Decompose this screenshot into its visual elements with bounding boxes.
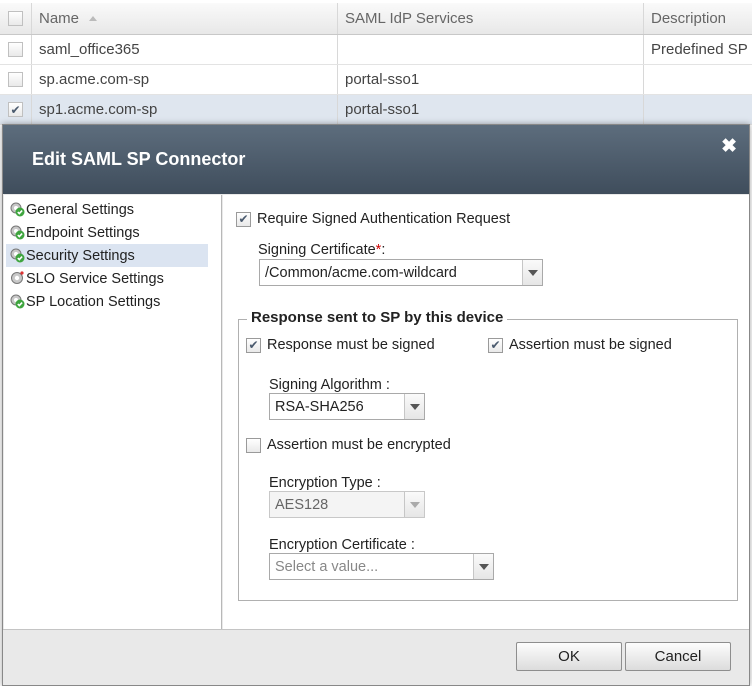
signing-certificate-label-text: Signing Certificate <box>258 242 376 258</box>
row-idp <box>338 35 644 64</box>
row-name[interactable]: saml_office365 <box>32 35 338 64</box>
ok-button[interactable]: OK <box>516 642 622 671</box>
response-signed-label: Response must be signed <box>267 337 435 353</box>
nav-item-slo-service-settings[interactable]: SLO Service Settings <box>6 267 208 290</box>
dialog-footer: OK Cancel <box>3 629 749 685</box>
signing-certificate-select[interactable]: /Common/acme.com-wildcard <box>259 259 543 286</box>
response-signed-option[interactable]: Response must be signed <box>246 337 435 353</box>
gear-icon <box>11 271 24 284</box>
security-settings-panel: Require Signed Authentication Request Si… <box>223 195 749 629</box>
nav-item-endpoint-settings[interactable]: Endpoint Settings <box>6 221 208 244</box>
assertion-signed-option[interactable]: Assertion must be signed <box>488 337 672 353</box>
chevron-down-icon[interactable] <box>473 554 493 579</box>
table-row[interactable]: sp.acme.com-sp portal-sso1 <box>0 65 752 95</box>
encryption-certificate-select[interactable]: Select a value... <box>269 553 494 580</box>
row-checkbox[interactable] <box>8 102 23 117</box>
assertion-signed-checkbox[interactable] <box>488 337 503 353</box>
encryption-type-label: Encryption Type : <box>269 475 381 491</box>
row-idp: portal-sso1 <box>338 95 644 124</box>
gear-check-icon <box>10 248 25 263</box>
select-all-cell <box>0 3 32 34</box>
gear-check-icon <box>10 202 25 217</box>
signing-algorithm-value: RSA-SHA256 <box>275 398 364 415</box>
dialog-title: Edit SAML SP Connector <box>32 149 246 169</box>
gear-check-icon <box>10 225 25 240</box>
column-header-idp[interactable]: SAML IdP Services <box>338 3 644 34</box>
assertion-signed-label: Assertion must be signed <box>509 337 672 353</box>
assertion-encrypted-checkbox[interactable] <box>246 437 261 453</box>
nav-item-label: Endpoint Settings <box>26 224 140 241</box>
encryption-type-value: AES128 <box>275 496 329 513</box>
column-header-description-label: Description <box>651 10 727 27</box>
table-row[interactable]: saml_office365 Predefined SP <box>0 35 752 65</box>
column-header-description[interactable]: Description <box>644 3 752 34</box>
nav-item-label: SLO Service Settings <box>26 270 164 287</box>
signing-certificate-label: Signing Certificate*: <box>258 242 385 258</box>
require-signed-auth-request-option[interactable]: Require Signed Authentication Request <box>236 211 510 227</box>
chevron-down-icon[interactable] <box>522 260 542 285</box>
sort-ascending-icon <box>89 16 98 21</box>
encryption-certificate-placeholder: Select a value... <box>275 558 379 575</box>
row-checkbox[interactable] <box>8 72 23 87</box>
table-row[interactable]: sp1.acme.com-sp portal-sso1 <box>0 95 752 125</box>
signing-algorithm-select[interactable]: RSA-SHA256 <box>269 393 425 420</box>
gear-check-icon <box>10 294 25 309</box>
chevron-down-icon[interactable] <box>404 394 424 419</box>
chevron-down-icon <box>404 492 424 517</box>
response-legend: Response sent to SP by this device <box>247 309 508 326</box>
column-header-name-label: Name <box>39 10 80 27</box>
cancel-button[interactable]: Cancel <box>625 642 731 671</box>
nav-item-label: Security Settings <box>26 247 135 264</box>
require-signed-auth-request-checkbox[interactable] <box>236 211 251 227</box>
row-idp: portal-sso1 <box>338 65 644 94</box>
encryption-type-select[interactable]: AES128 <box>269 491 425 518</box>
row-description: Predefined SP <box>651 41 748 58</box>
row-select-cell <box>0 35 32 64</box>
signing-certificate-value: /Common/acme.com-wildcard <box>265 264 457 281</box>
assertion-encrypted-option[interactable]: Assertion must be encrypted <box>246 437 451 453</box>
row-select-cell <box>0 65 32 94</box>
close-icon[interactable]: ✖ <box>721 137 737 156</box>
column-header-name[interactable]: Name <box>32 3 338 34</box>
encryption-certificate-label: Encryption Certificate : <box>269 537 415 553</box>
response-fieldset: Response sent to SP by this device Respo… <box>238 309 738 601</box>
nav-item-security-settings[interactable]: Security Settings <box>6 244 208 267</box>
row-select-cell <box>0 95 32 124</box>
assertion-encrypted-label: Assertion must be encrypted <box>267 437 451 453</box>
nav-item-label: General Settings <box>26 201 135 218</box>
row-description <box>644 65 752 94</box>
response-signed-checkbox[interactable] <box>246 337 261 353</box>
settings-nav: General Settings Endpoint Settings Secur… <box>4 195 222 629</box>
row-checkbox[interactable] <box>8 42 23 57</box>
nav-item-general-settings[interactable]: General Settings <box>6 198 208 221</box>
column-header-idp-label: SAML IdP Services <box>345 10 474 27</box>
row-name[interactable]: sp.acme.com-sp <box>32 65 338 94</box>
row-name[interactable]: sp1.acme.com-sp <box>32 95 338 124</box>
edit-saml-sp-connector-dialog: Edit SAML SP Connector ✖ General Setting… <box>2 124 750 686</box>
signing-certificate-colon: : <box>381 242 386 258</box>
row-description <box>644 95 752 124</box>
select-all-checkbox[interactable] <box>8 11 23 26</box>
dialog-title-bar[interactable]: Edit SAML SP Connector ✖ <box>3 125 749 194</box>
signing-algorithm-label: Signing Algorithm : <box>269 377 390 393</box>
nav-item-label: SP Location Settings <box>26 293 161 310</box>
table-header: Name SAML IdP Services Description <box>0 3 752 35</box>
require-signed-auth-request-label: Require Signed Authentication Request <box>257 211 511 227</box>
nav-item-sp-location-settings[interactable]: SP Location Settings <box>6 290 208 313</box>
